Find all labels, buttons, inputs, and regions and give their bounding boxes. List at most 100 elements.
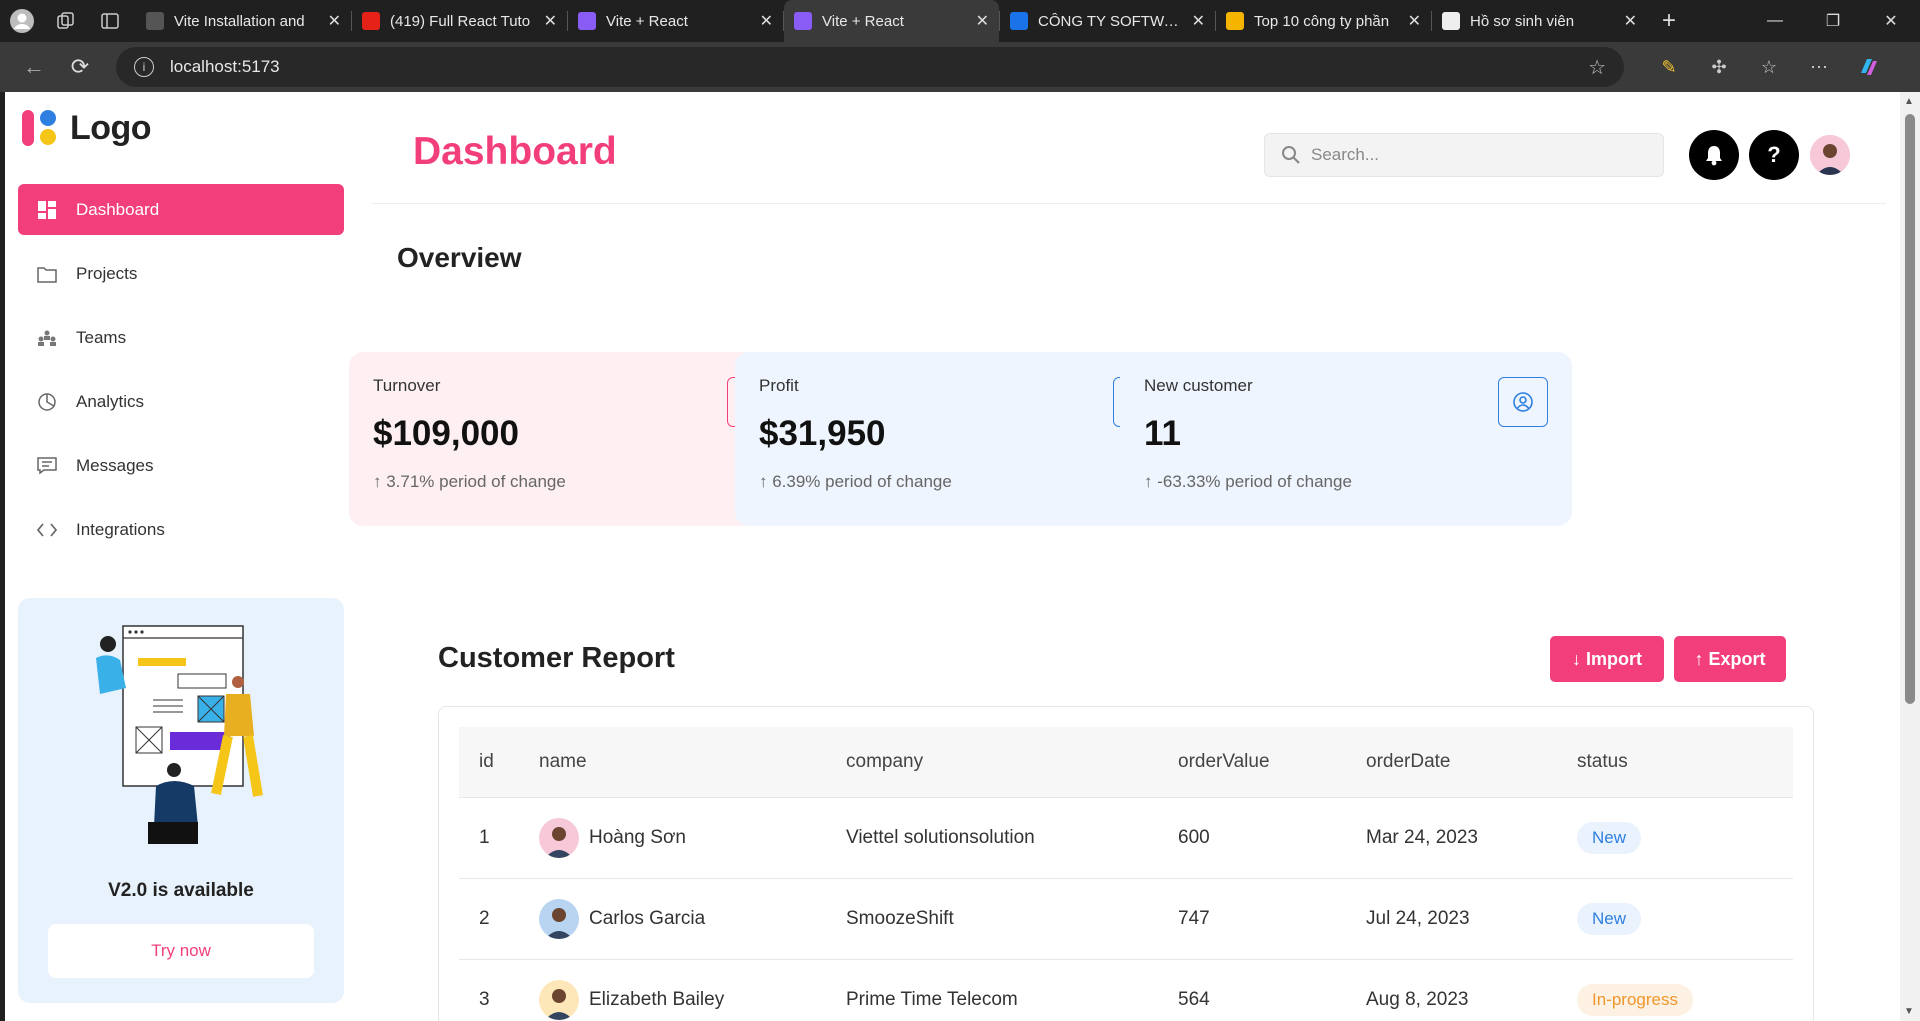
logo[interactable]: Logo — [20, 107, 152, 149]
tab-title: (419) Full React Tuto — [390, 12, 531, 30]
browser-tab[interactable]: Vite + React ✕ — [784, 0, 999, 42]
tab-favicon-icon — [1010, 12, 1028, 30]
restore-button[interactable]: ❐ — [1804, 0, 1862, 42]
stat-card: New customer 11 ↑ -63.33% period of change — [1120, 352, 1572, 526]
copilot-icon[interactable] — [1844, 47, 1894, 87]
browser-tab[interactable]: Hồ sơ sinh viên ✕ — [1432, 0, 1647, 42]
tab-title: Vite + React — [822, 12, 904, 30]
cell-id: 2 — [479, 907, 490, 929]
column-header-status[interactable]: status — [1577, 727, 1793, 797]
customer-avatar — [539, 898, 579, 939]
table-row[interactable]: 1 Hoàng Sơn Viettel solutionsolution 600 Mar… — [459, 797, 1793, 878]
logo-text: Logo — [70, 108, 152, 147]
report-table-container: id name company orderValue orderDate status 1… — [438, 706, 1814, 1021]
favorites-icon[interactable]: ☆ — [1744, 47, 1794, 87]
scroll-down-icon[interactable]: ▼ — [1904, 1006, 1914, 1017]
tab-close-icon[interactable]: ✕ — [1192, 11, 1205, 31]
message-icon — [36, 455, 58, 477]
tab-close-icon[interactable]: ✕ — [976, 11, 989, 31]
column-header-name[interactable]: name — [539, 727, 846, 797]
column-header-orderDate[interactable]: orderDate — [1366, 727, 1577, 797]
customer-report: Customer Report ↓ Import ↑ Export id name… — [398, 592, 1868, 1021]
tab-favicon-icon — [362, 12, 380, 30]
sidebar-item-dashboard[interactable]: Dashboard — [18, 184, 344, 235]
close-window-button[interactable]: ✕ — [1862, 0, 1920, 42]
notifications-button[interactable] — [1689, 130, 1739, 180]
scrollbar-thumb[interactable] — [1905, 114, 1915, 704]
stat-change: ↑ 3.71% period of change — [373, 472, 566, 491]
tab-favicon-icon — [146, 12, 164, 30]
avatar[interactable] — [1810, 135, 1850, 175]
tab-close-icon[interactable]: ✕ — [1624, 11, 1637, 31]
cell-order-date: Jul 24, 2023 — [1366, 907, 1470, 929]
sidebar-menu: Dashboard Projects Teams Analytics Messa… — [18, 184, 344, 568]
workspaces-icon[interactable] — [44, 0, 88, 42]
tab-close-icon[interactable]: ✕ — [760, 11, 773, 31]
import-button[interactable]: ↓ Import — [1550, 636, 1664, 682]
cell-company: Prime Time Telecom — [846, 988, 1018, 1010]
status-badge: In-progress — [1577, 983, 1693, 1016]
sidebar-item-messages[interactable]: Messages — [18, 440, 344, 491]
cell-id: 3 — [479, 988, 490, 1010]
profile-icon[interactable] — [0, 0, 44, 42]
tab-close-icon[interactable]: ✕ — [1408, 11, 1421, 31]
sidebar-item-label: Dashboard — [76, 199, 160, 219]
browser-tab[interactable]: Vite Installation and ✕ — [136, 0, 351, 42]
browser-tab[interactable]: (419) Full React Tuto ✕ — [352, 0, 567, 42]
top-header: Dashboard Search... ? — [371, 92, 1886, 204]
cell-order-value: 600 — [1178, 826, 1210, 848]
url-bar[interactable]: i localhost:5173 ☆ — [116, 47, 1624, 87]
sidebar-item-label: Messages — [76, 455, 154, 475]
minimize-button[interactable]: — — [1746, 0, 1804, 42]
more-menu-icon[interactable]: ⋯ — [1794, 47, 1844, 87]
sidebar-item-label: Projects — [76, 263, 138, 283]
tab-actions-icon[interactable] — [88, 0, 132, 42]
sidebar-item-projects[interactable]: Projects — [18, 248, 344, 299]
stat-value: 11 — [1144, 414, 1181, 453]
stat-label: Profit — [759, 376, 799, 395]
cell-company: SmoozeShift — [846, 907, 954, 929]
upgrade-promo-card: V2.0 is available Try now — [18, 598, 344, 1003]
sidebar-item-analytics[interactable]: Analytics — [18, 376, 344, 427]
browser-tab[interactable]: CÔNG TY SOFTWAR ✕ — [1000, 0, 1215, 42]
sidebar-item-integrations[interactable]: Integrations — [18, 504, 344, 555]
page-scrollbar[interactable]: ▲ ▼ — [1900, 92, 1920, 1021]
scroll-up-icon[interactable]: ▲ — [1904, 96, 1914, 107]
notes-icon[interactable]: ✎ — [1644, 47, 1694, 87]
tab-favicon-icon — [578, 12, 596, 30]
new-tab-button[interactable]: + — [1647, 0, 1691, 42]
stat-change: ↑ 6.39% period of change — [759, 472, 952, 491]
column-header-orderValue[interactable]: orderValue — [1178, 727, 1366, 797]
refresh-button[interactable]: ⟳ — [58, 47, 102, 87]
customer-name: Carlos Garcia — [589, 907, 706, 929]
cell-id: 1 — [479, 826, 490, 848]
column-header-id[interactable]: id — [459, 727, 539, 797]
table-row[interactable]: 3 Elizabeth Bailey Prime Time Telecom 564 Au… — [459, 959, 1793, 1021]
bell-icon — [1706, 146, 1722, 166]
export-button[interactable]: ↑ Export — [1674, 636, 1786, 682]
browser-tab[interactable]: Vite + React ✕ — [568, 0, 783, 42]
tab-favicon-icon — [1442, 12, 1460, 30]
customer-table: id name company orderValue orderDate status 1… — [459, 727, 1793, 1021]
search-icon — [1282, 146, 1300, 164]
stat-label: Turnover — [373, 376, 441, 395]
help-button[interactable]: ? — [1749, 130, 1799, 180]
try-now-button[interactable]: Try now — [48, 924, 314, 978]
extensions-icon[interactable]: ✣ — [1694, 47, 1744, 87]
sidebar-item-teams[interactable]: Teams — [18, 312, 344, 363]
browser-tab[interactable]: Top 10 công ty phần ✕ — [1216, 0, 1431, 42]
stat-label: New customer — [1144, 376, 1253, 395]
user-circle-icon[interactable] — [1498, 377, 1548, 427]
table-row[interactable]: 2 Carlos Garcia SmoozeShift 747 Jul 24, 2023… — [459, 878, 1793, 959]
sidebar-item-label: Teams — [76, 327, 127, 347]
cell-name: Carlos Garcia — [539, 898, 846, 939]
column-header-company[interactable]: company — [846, 727, 1178, 797]
search-input[interactable]: Search... — [1264, 133, 1664, 177]
site-info-icon[interactable]: i — [134, 57, 154, 77]
sidebar-item-label: Integrations — [76, 519, 165, 539]
tab-close-icon[interactable]: ✕ — [328, 11, 341, 31]
address-bar-row: ← ⟳ i localhost:5173 ☆ ✎ ✣ ☆ ⋯ — [0, 42, 1920, 92]
tab-close-icon[interactable]: ✕ — [544, 11, 557, 31]
back-button[interactable]: ← — [12, 47, 56, 87]
favorite-star-icon[interactable]: ☆ — [1588, 55, 1606, 80]
